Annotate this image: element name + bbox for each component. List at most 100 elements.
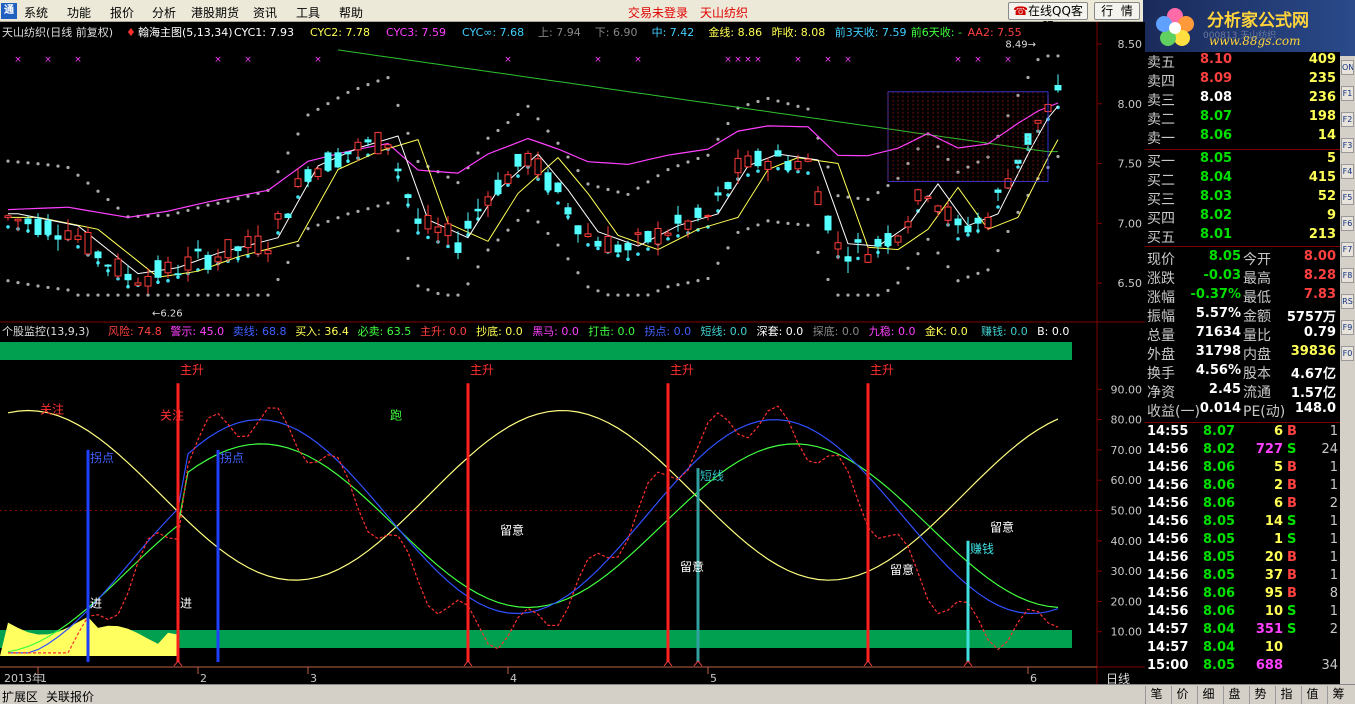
- quote-mode-button[interactable]: 行 情: [1094, 2, 1140, 20]
- lower-band-dot: [706, 276, 710, 281]
- tick-volume: 95: [1264, 586, 1283, 601]
- stat-value-2: 0.79: [1303, 325, 1336, 340]
- signal-label: 赚钱: [970, 541, 994, 556]
- candle-body: [444, 223, 452, 237]
- mid-band-dot: [296, 195, 300, 199]
- tick-price: 8.06: [1203, 604, 1236, 619]
- tool-rail-button[interactable]: ON: [1341, 60, 1354, 75]
- legend-item: CYC2: 7.78: [310, 26, 370, 39]
- tool-rail-button[interactable]: RS: [1341, 294, 1354, 309]
- bid-row[interactable]: 买三 8.03 52: [1145, 189, 1340, 208]
- tick-row: 14:56 8.05 1 S 1: [1145, 532, 1340, 551]
- tool-rail-button[interactable]: F7: [1341, 242, 1354, 257]
- candle-body: [1054, 85, 1062, 91]
- menu-news[interactable]: 资讯: [253, 4, 277, 21]
- tool-rail: ON F1 F2 F3 F4 F5 F6 F7 F8 RS F9 F0: [1340, 56, 1355, 684]
- candle-body: [834, 242, 842, 250]
- ask-row[interactable]: 卖二 8.07 198: [1145, 109, 1340, 128]
- signal-label: 主升: [470, 363, 494, 377]
- tick-row: 15:00 8.05 688 34: [1145, 658, 1340, 677]
- ask-label: 卖五: [1147, 55, 1175, 71]
- upper-band-dot: [666, 167, 670, 172]
- upper-band-dot: [206, 203, 210, 207]
- candle-body: [944, 206, 952, 221]
- menu-help[interactable]: 帮助: [339, 4, 363, 21]
- candle-body: [254, 235, 262, 255]
- upper-band-dot: [546, 129, 550, 133]
- stat-row: 收益(一) 0.014 PE(动) 148.0: [1145, 401, 1340, 420]
- lower-band-dot: [966, 275, 970, 279]
- upper-band-dot: [316, 107, 320, 111]
- tool-rail-button[interactable]: F4: [1341, 164, 1354, 179]
- legend-item: 前6天收: -: [911, 25, 962, 39]
- tool-rail-button[interactable]: F1: [1341, 86, 1354, 101]
- ask-row[interactable]: 卖三 8.08 236: [1145, 90, 1340, 109]
- candle-body: [634, 232, 642, 235]
- bid-row[interactable]: 买二 8.04 415: [1145, 170, 1340, 189]
- tool-rail-button[interactable]: F5: [1341, 190, 1354, 205]
- candle-body: [184, 256, 192, 271]
- tab-trend[interactable]: 势: [1249, 686, 1271, 704]
- tab-value[interactable]: 值: [1301, 686, 1323, 704]
- tab-trades[interactable]: 笔: [1145, 686, 1167, 704]
- trade-login-status[interactable]: 交易未登录: [628, 4, 688, 21]
- bid-row[interactable]: 买四 8.02 9: [1145, 208, 1340, 227]
- candle-body: [494, 179, 502, 195]
- ask-row[interactable]: 卖一 8.06 14: [1145, 128, 1340, 147]
- candle-body: [694, 207, 702, 218]
- lower-band-dot: [316, 223, 320, 227]
- lower-band-dot: [846, 293, 850, 297]
- mid-band-dot: [76, 245, 80, 249]
- tab-price[interactable]: 价: [1171, 686, 1193, 704]
- tool-rail-button[interactable]: F0: [1341, 346, 1354, 361]
- tick-volume: 14: [1264, 514, 1283, 529]
- ask-row[interactable]: 卖四 8.09 235: [1145, 71, 1340, 90]
- menu-analysis[interactable]: 分析: [152, 4, 176, 21]
- lower-band-dot: [786, 221, 790, 225]
- quote-panel: 卖五 8.10 409 卖四 8.09 235 卖三 8.08 236 卖二 8.07 198 卖一 8.…: [1145, 52, 1340, 684]
- mid-band-dot: [556, 201, 560, 205]
- menu-tools[interactable]: 工具: [296, 4, 320, 21]
- chart-area[interactable]: 天山纺织(日线 前复权) ♦ 翰海主图(5,13,34) CYC1: 7.93 CYC2…: [0, 22, 1145, 684]
- upper-band-dot: [176, 211, 180, 215]
- tick-time: 14:56: [1147, 568, 1189, 583]
- candle-body: [204, 254, 212, 270]
- indicator-legend-item: 抄底: 0.0: [476, 324, 523, 338]
- tab-depth[interactable]: 盘: [1223, 686, 1245, 704]
- signal-label: 主升: [870, 363, 894, 377]
- menu-system[interactable]: 系统: [24, 4, 48, 21]
- tool-rail-button[interactable]: F9: [1341, 320, 1354, 335]
- tab-detail[interactable]: 细: [1197, 686, 1219, 704]
- menu-quote[interactable]: 报价: [110, 4, 134, 21]
- candle-body: [64, 230, 72, 240]
- bid-row[interactable]: 买一 8.05 5: [1145, 151, 1340, 170]
- tool-rail-button[interactable]: F2: [1341, 112, 1354, 127]
- lower-band-dot: [346, 212, 350, 216]
- candle-body: [94, 251, 102, 259]
- extension-area-tab[interactable]: 扩展区: [2, 688, 38, 704]
- lower-band-dot: [566, 257, 570, 261]
- tool-rail-button[interactable]: F3: [1341, 138, 1354, 153]
- legend-item: 金线: 8.86: [708, 25, 762, 39]
- bid-row[interactable]: 买五 8.01 213: [1145, 227, 1340, 246]
- related-quote-tab[interactable]: 关联报价: [46, 688, 94, 704]
- indicator-legend-item: 短线: 0.0: [701, 324, 748, 338]
- indicator-legend-item: 拐点: 0.0: [644, 324, 691, 338]
- menu-hk-futures[interactable]: 港股期货: [191, 4, 239, 21]
- ind-tick-label: 40.00: [1111, 535, 1143, 548]
- stat-row: 外盘 31798 内盘 39836: [1145, 344, 1340, 363]
- upper-band-dot: [576, 169, 580, 173]
- candle: [644, 230, 652, 245]
- quote-separator: [1145, 149, 1340, 150]
- tool-rail-button[interactable]: F6: [1341, 216, 1354, 231]
- ask-row[interactable]: 卖五 8.10 409: [1145, 52, 1340, 71]
- tab-chips[interactable]: 筹: [1327, 686, 1349, 704]
- menu-function[interactable]: 功能: [67, 4, 91, 21]
- candle-body: [334, 152, 342, 168]
- tab-index[interactable]: 指: [1275, 686, 1297, 704]
- qq-service-button[interactable]: ☎在线QQ客服: [1008, 2, 1088, 34]
- tool-rail-button[interactable]: F8: [1341, 268, 1354, 283]
- mid-band-dot: [666, 237, 670, 241]
- candle-body: [234, 246, 242, 252]
- candle: [754, 148, 762, 169]
